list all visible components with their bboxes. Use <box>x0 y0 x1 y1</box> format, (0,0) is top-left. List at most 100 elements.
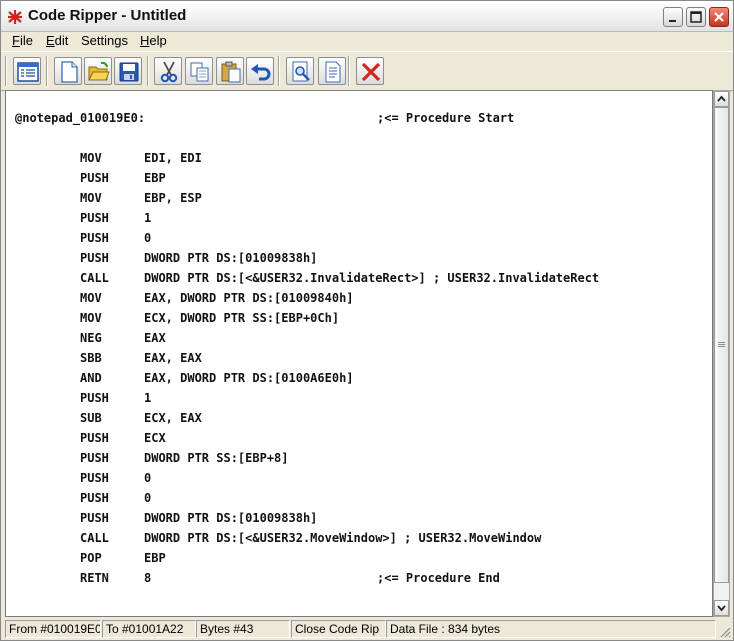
new-document-icon <box>61 61 78 83</box>
code-mnemonic: PUSH <box>80 511 109 525</box>
code-operand: EAX, DWORD PTR DS:[01009840h] <box>144 291 354 305</box>
save-button[interactable] <box>114 57 142 85</box>
code-line[interactable]: MOV ECX, DWORD PTR SS:[EBP+0Ch] <box>6 311 706 331</box>
code-comment: ;<= Procedure Start <box>377 111 515 125</box>
code-operand: ECX, EAX <box>144 411 202 425</box>
code-line[interactable]: @notepad_010019E0: ;<= Procedure Start <box>6 111 706 131</box>
code-mnemonic: PUSH <box>80 391 109 405</box>
code-mnemonic: PUSH <box>80 171 109 185</box>
open-folder-icon <box>88 61 110 81</box>
menu-file[interactable]: File <box>12 33 33 48</box>
code-operand: ECX <box>144 431 166 445</box>
close-button[interactable] <box>709 7 729 27</box>
code-operand: EBP <box>144 551 166 565</box>
code-line[interactable]: AND EAX, DWORD PTR DS:[0100A6E0h] <box>6 371 706 391</box>
menu-settings-label: Settings <box>81 33 128 48</box>
menu-help-accel: H <box>140 33 150 48</box>
code-line[interactable]: RETN 8 ;<= Procedure End <box>6 571 706 591</box>
code-operand: 8 <box>144 571 152 585</box>
code-line[interactable]: PUSH DWORD PTR DS:[01009838h] <box>6 511 706 531</box>
maximize-button[interactable] <box>686 7 706 27</box>
code-line[interactable]: MOV EDI, EDI <box>6 151 706 171</box>
scroll-thumb[interactable] <box>714 107 729 583</box>
code-line[interactable]: CALL DWORD PTR DS:[<&USER32.InvalidateRec… <box>6 271 706 291</box>
code-mnemonic: RETN <box>80 571 109 585</box>
menu-edit-accel: E <box>46 33 55 48</box>
code-mnemonic: PUSH <box>80 451 109 465</box>
status-bar: From #010019E0 To #01001A22 Bytes #43 Cl… <box>1 619 733 640</box>
code-line[interactable]: PUSH EBP <box>6 171 706 191</box>
delete-button[interactable] <box>356 57 384 85</box>
code-line[interactable]: SBB EAX, EAX <box>6 351 706 371</box>
menu-help-label: elp <box>149 33 167 48</box>
undo-button[interactable] <box>246 57 274 85</box>
new-document-button[interactable] <box>54 57 82 85</box>
code-line[interactable]: MOV EBP, ESP <box>6 191 706 211</box>
code-line[interactable]: PUSH 1 <box>6 391 706 411</box>
code-line[interactable]: PUSH 0 <box>6 491 706 511</box>
app-logo-icon <box>8 10 22 24</box>
code-line[interactable]: PUSH 0 <box>6 471 706 491</box>
toolbar-separator <box>46 56 48 86</box>
code-line[interactable]: PUSH 1 <box>6 211 706 231</box>
code-mnemonic: PUSH <box>80 431 109 445</box>
code-line[interactable]: POP EBP <box>6 551 706 571</box>
scroll-up-button[interactable] <box>714 91 729 107</box>
code-line[interactable] <box>6 131 706 151</box>
code-line[interactable]: SUB ECX, EAX <box>6 411 706 431</box>
open-folder-button[interactable] <box>84 57 112 85</box>
code-mnemonic: NEG <box>80 331 102 345</box>
save-disk-icon <box>119 62 139 82</box>
code-line[interactable]: NEG EAX <box>6 331 706 351</box>
toolbar-separator <box>348 56 350 86</box>
code-operand: ECX, DWORD PTR SS:[EBP+0Ch] <box>144 311 340 325</box>
code-mnemonic: PUSH <box>80 491 109 505</box>
code-mnemonic: PUSH <box>80 251 109 265</box>
code-mnemonic: PUSH <box>80 231 109 245</box>
code-operand: DWORD PTR DS:[01009838h] <box>144 251 318 265</box>
paste-button[interactable] <box>216 57 244 85</box>
thumb-grip-line <box>718 346 725 347</box>
copy-icon <box>190 62 209 82</box>
chevron-up-icon <box>717 95 726 102</box>
title-bar[interactable]: Code Ripper - Untitled <box>1 1 733 32</box>
code-mnemonic: SUB <box>80 411 102 425</box>
minimize-button[interactable] <box>663 7 683 27</box>
status-close-code-rip[interactable]: Close Code Rip <box>291 620 386 638</box>
code-operand: 1 <box>144 211 152 225</box>
code-line[interactable]: CALL DWORD PTR DS:[<&USER32.MoveWindow>] … <box>6 531 706 551</box>
code-editor[interactable]: @notepad_010019E0: ;<= Procedure Start MOV… <box>5 90 713 617</box>
code-mnemonic: AND <box>80 371 102 385</box>
app-window: Code Ripper - Untitled File Edit Setting… <box>0 0 734 641</box>
vertical-scrollbar[interactable] <box>713 90 730 617</box>
cut-button[interactable] <box>154 57 182 85</box>
code-line[interactable]: MOV EAX, DWORD PTR DS:[01009840h] <box>6 291 706 311</box>
code-mnemonic: MOV <box>80 311 102 325</box>
menu-settings[interactable]: Settings <box>81 33 128 48</box>
code-line[interactable]: PUSH DWORD PTR SS:[EBP+8] <box>6 451 706 471</box>
thumb-grip-line <box>718 342 725 343</box>
code-mnemonic: MOV <box>80 291 102 305</box>
copy-button[interactable] <box>185 57 213 85</box>
code-label: @notepad_010019E0: <box>15 111 146 125</box>
properties-icon <box>325 61 341 83</box>
resize-grip-icon[interactable] <box>719 626 731 638</box>
cut-scissors-icon <box>160 61 178 83</box>
code-line[interactable]: PUSH DWORD PTR DS:[01009838h] <box>6 251 706 271</box>
properties-button[interactable] <box>318 57 346 85</box>
toolbar-grip <box>5 56 7 86</box>
view-list-icon <box>17 62 39 82</box>
status-to: To #01001A22 <box>102 620 196 638</box>
code-operand: 0 <box>144 491 152 505</box>
code-line[interactable]: PUSH ECX <box>6 431 706 451</box>
code-mnemonic: SBB <box>80 351 102 365</box>
code-line[interactable]: PUSH 0 <box>6 231 706 251</box>
code-line[interactable] <box>6 91 706 111</box>
status-bytes: Bytes #43 <box>196 620 290 638</box>
find-button[interactable] <box>286 57 314 85</box>
menu-help[interactable]: Help <box>140 33 167 48</box>
window-title: Code Ripper - Untitled <box>28 7 187 24</box>
menu-edit[interactable]: Edit <box>46 33 68 48</box>
view-list-button[interactable] <box>13 57 41 85</box>
scroll-down-button[interactable] <box>714 600 729 616</box>
